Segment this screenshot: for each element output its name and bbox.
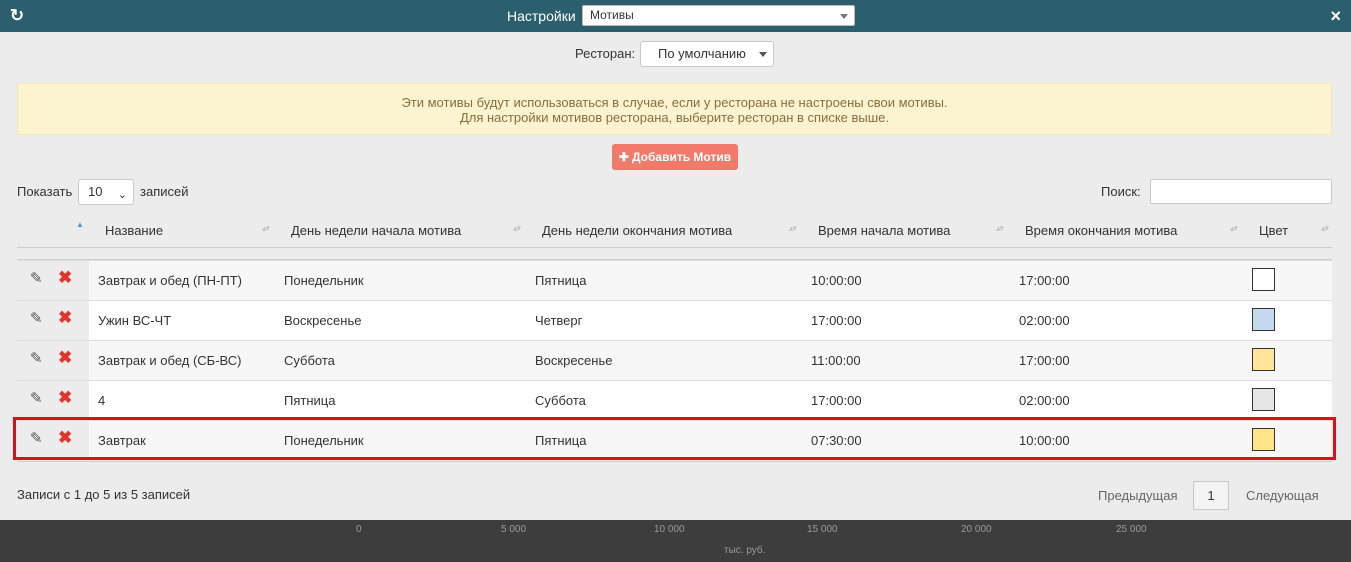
cell-name: Завтрак и обед (СБ-ВС) (98, 353, 242, 368)
page-length-suffix: записей (140, 184, 189, 199)
alert-line: Для настройки мотивов ресторана, выберит… (459, 110, 890, 125)
modal-titlebar: ↻ Настройки Мотивы × (0, 0, 1351, 32)
cell-start-day: Суббота (284, 353, 335, 368)
column-header-name[interactable]: Название (105, 223, 163, 238)
cell-end-time: 17:00:00 (1019, 273, 1070, 288)
section-select[interactable]: Мотивы (582, 5, 855, 26)
alert-line: Эти мотивы будут использоваться в случае… (401, 95, 948, 110)
cell-end-day: Воскресенье (535, 353, 613, 368)
prev-page-button[interactable]: Предыдущая (1098, 488, 1178, 503)
row-actions (17, 341, 89, 380)
chevron-down-icon (759, 52, 767, 57)
sort-icon[interactable]: ▴▾ (1321, 223, 1329, 234)
chevron-down-icon: ⌄ (117, 189, 127, 201)
page-button[interactable]: 1 (1193, 481, 1229, 510)
add-motive-button[interactable]: ✚ Добавить Мотив (612, 144, 738, 170)
row-actions (17, 261, 89, 300)
column-header-start-time[interactable]: Время начала мотива (818, 223, 950, 238)
restaurant-select[interactable]: По умолчанию (640, 41, 774, 67)
column-header-end-day[interactable]: День недели окончания мотива (542, 223, 732, 238)
edit-pencil-icon[interactable]: ✎ (30, 349, 46, 367)
close-icon[interactable]: × (1330, 6, 1341, 26)
cell-end-time: 02:00:00 (1019, 393, 1070, 408)
backdrop-tick: 10 000 (654, 524, 685, 535)
settings-modal: ↻ Настройки Мотивы × Ресторан: По умолча… (0, 0, 1351, 520)
sort-icon[interactable]: ▴▾ (789, 223, 797, 234)
cell-start-day: Понедельник (284, 273, 364, 288)
plus-icon: ✚ (618, 150, 629, 164)
delete-x-icon[interactable]: ✖ (58, 348, 74, 367)
restaurant-label: Ресторан: (575, 46, 636, 61)
next-page-button[interactable]: Следующая (1246, 488, 1319, 503)
delete-x-icon[interactable]: ✖ (58, 388, 74, 407)
backdrop-axis-unit: тыс. руб. (724, 545, 766, 556)
add-motive-label: Добавить Мотив (631, 150, 732, 164)
table-row: ✎ ✖ 4 Пятница Суббота 17:00:00 02:00:00 (17, 380, 1332, 420)
search-input[interactable] (1150, 179, 1332, 204)
cell-end-day: Четверг (535, 313, 583, 328)
info-alert: Эти мотивы будут использоваться в случае… (17, 83, 1332, 135)
page-length-select[interactable]: 10 ⌄ (78, 179, 134, 205)
sort-icon[interactable]: ▴▾ (1230, 223, 1238, 234)
cell-name: 4 (98, 393, 106, 408)
row-actions (17, 301, 89, 340)
sort-icon[interactable]: ▴▾ (996, 223, 1004, 234)
color-swatch (1252, 348, 1275, 371)
delete-x-icon[interactable]: ✖ (58, 268, 74, 287)
cell-end-time: 17:00:00 (1019, 353, 1070, 368)
backdrop-tick: 20 000 (961, 524, 992, 535)
cell-start-time: 11:00:00 (811, 353, 861, 368)
header-divider (17, 247, 1332, 248)
cell-end-day: Пятница (535, 273, 587, 288)
section-select-value: Мотивы (590, 8, 634, 22)
search-label: Поиск: (1101, 184, 1141, 199)
page-length-value: 10 (88, 184, 103, 199)
column-header-color[interactable]: Цвет (1259, 223, 1288, 238)
backdrop-tick: 25 000 (1116, 524, 1147, 535)
row-actions (17, 381, 89, 420)
column-header-end-time[interactable]: Время окончания мотива (1025, 223, 1177, 238)
sort-icon[interactable]: ▴▾ (513, 223, 521, 234)
refresh-icon[interactable]: ↻ (8, 7, 26, 25)
cell-start-time: 10:00:00 (811, 273, 862, 288)
delete-x-icon[interactable]: ✖ (58, 308, 74, 327)
cell-start-day: Воскресенье (284, 313, 362, 328)
table-row: ✎ ✖ Ужин ВС-ЧТ Воскресенье Четверг 17:00… (17, 300, 1332, 340)
backdrop-tick: 5 000 (501, 524, 527, 535)
chevron-down-icon (840, 14, 848, 19)
backdrop-tick: 15 000 (807, 524, 838, 535)
cell-start-time: 17:00:00 (811, 393, 862, 408)
cell-start-time: 17:00:00 (811, 313, 862, 328)
page-length-label: Показать (17, 184, 73, 199)
cell-start-day: Пятница (284, 393, 336, 408)
cell-end-time: 02:00:00 (1019, 313, 1070, 328)
restaurant-select-value: По умолчанию (658, 46, 746, 61)
color-swatch (1252, 388, 1275, 411)
edit-pencil-icon[interactable]: ✎ (30, 269, 46, 287)
cell-name: Ужин ВС-ЧТ (98, 313, 172, 328)
edit-pencil-icon[interactable]: ✎ (30, 389, 46, 407)
cell-name: Завтрак и обед (ПН-ПТ) (98, 273, 242, 288)
highlight-frame (13, 417, 1336, 460)
modal-title: Настройки (507, 8, 576, 24)
table-info: Записи с 1 до 5 из 5 записей (17, 487, 191, 502)
table-bottom-divider (17, 461, 1332, 462)
cell-end-day: Суббота (535, 393, 586, 408)
color-swatch (1252, 268, 1275, 291)
edit-pencil-icon[interactable]: ✎ (30, 309, 46, 327)
sort-icon[interactable]: ▴▾ (262, 223, 270, 234)
sort-asc-icon[interactable]: ▲ (76, 220, 84, 229)
column-header-start-day[interactable]: День недели начала мотива (291, 223, 461, 238)
table-row: ✎ ✖ Завтрак и обед (ПН-ПТ) Понедельник П… (17, 260, 1332, 300)
backdrop-tick: 0 (356, 524, 362, 535)
table-row: ✎ ✖ Завтрак и обед (СБ-ВС) Суббота Воскр… (17, 340, 1332, 380)
color-swatch (1252, 308, 1275, 331)
